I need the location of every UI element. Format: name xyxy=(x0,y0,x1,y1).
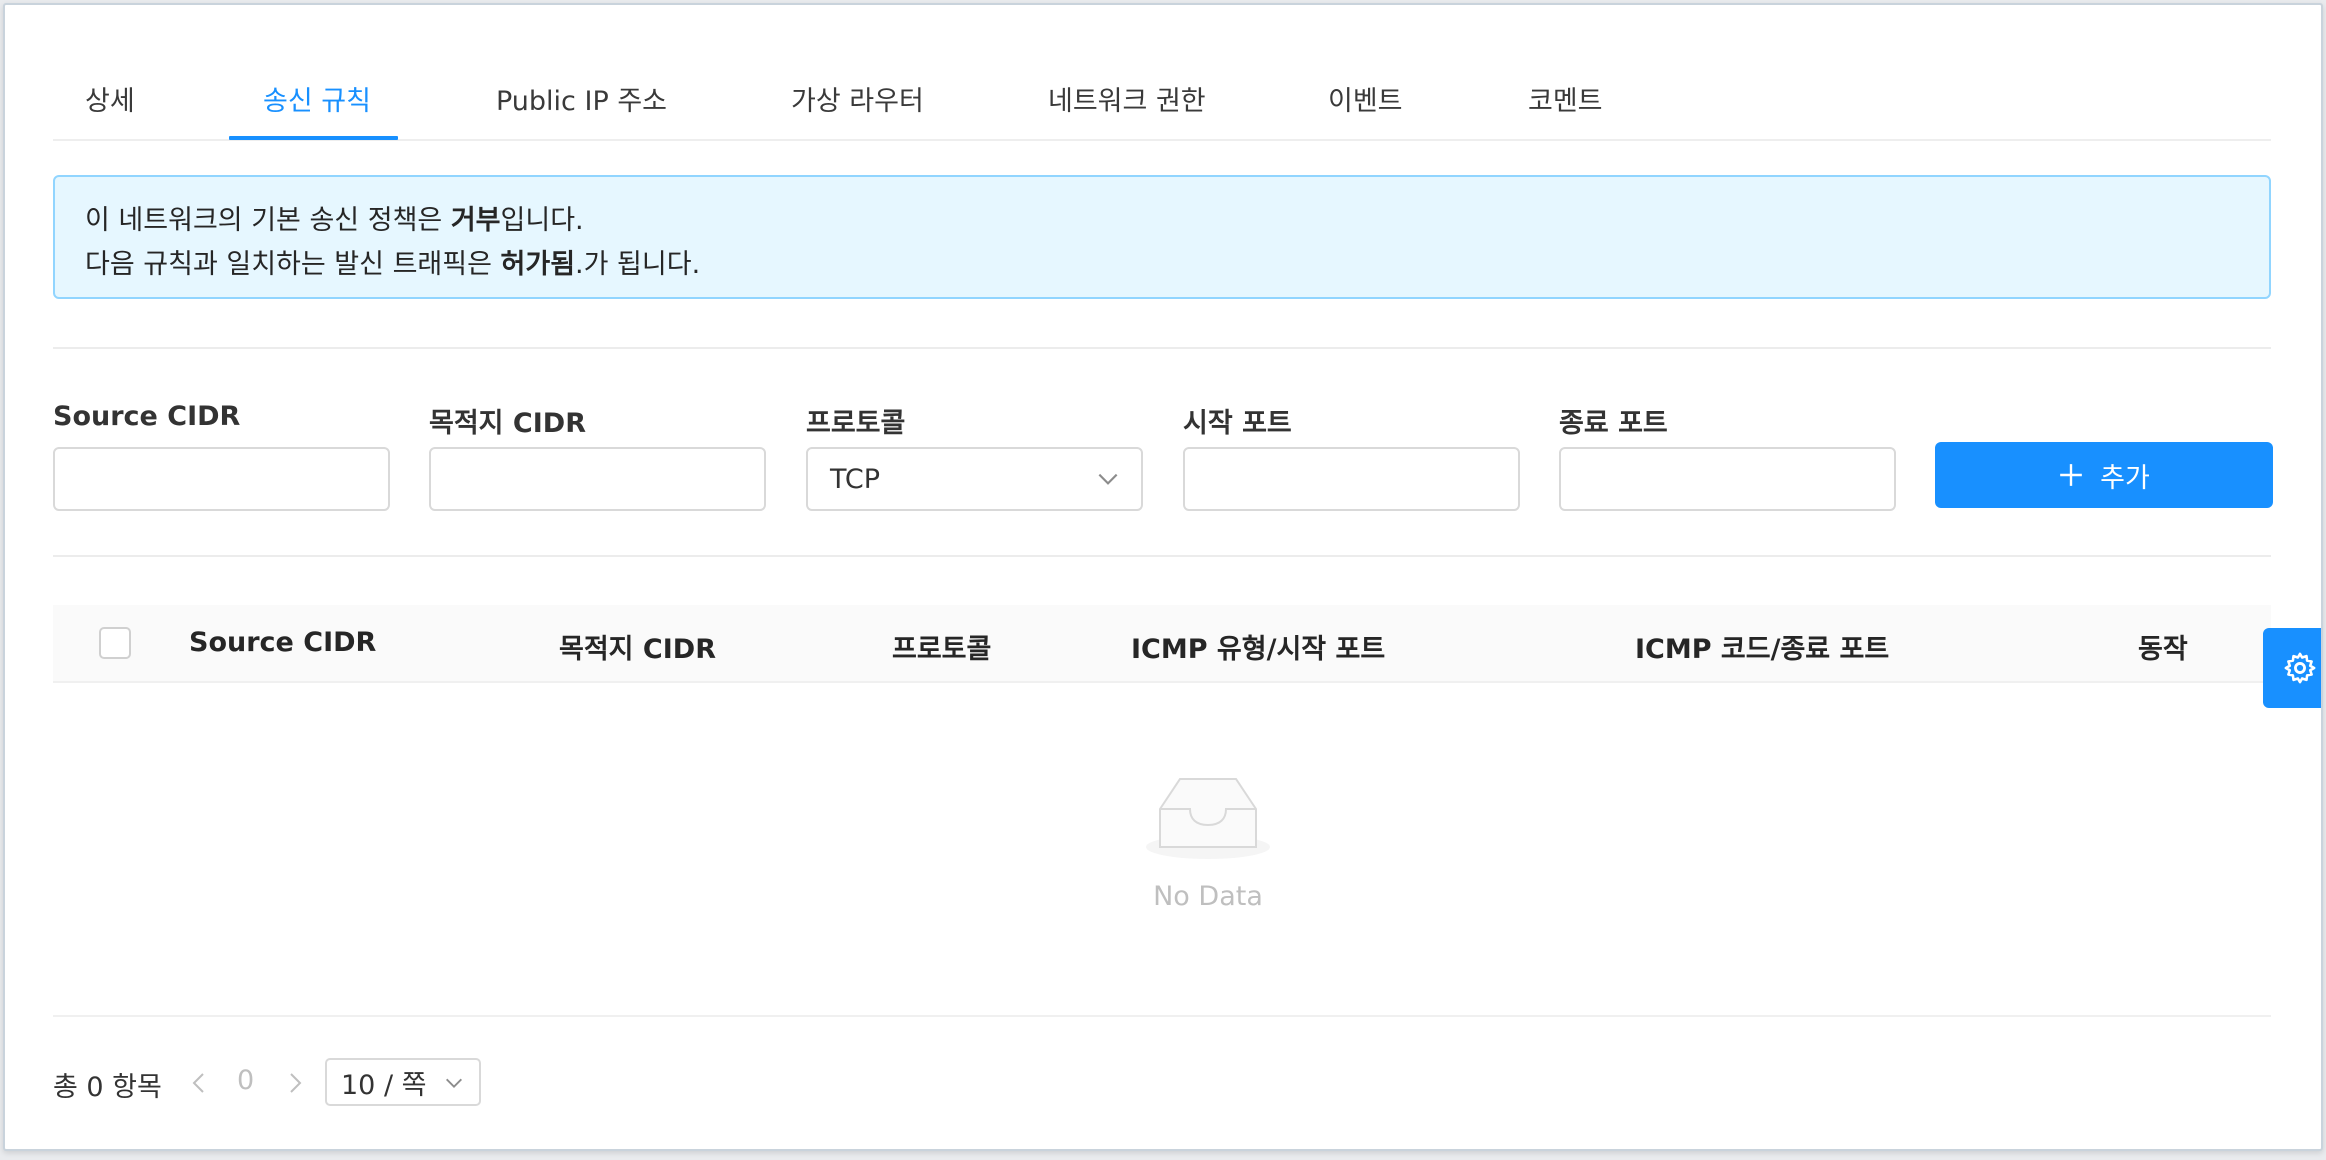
end-port-field: 종료 포트 xyxy=(1559,401,1896,511)
divider xyxy=(53,347,2271,349)
egress-policy-alert: 이 네트워크의 기본 송신 정책은 거부입니다. 다음 규칙과 일치하는 발신 … xyxy=(53,175,2271,299)
dest-cidr-input[interactable] xyxy=(429,447,766,511)
source-cidr-label: Source CIDR xyxy=(53,401,241,432)
column-dest-cidr: 목적지 CIDR xyxy=(559,634,716,665)
select-all-checkbox[interactable] xyxy=(99,627,131,659)
alert-line-1: 이 네트워크의 기본 송신 정책은 거부입니다. xyxy=(85,199,2239,243)
page-size-select[interactable]: 10 / 쪽 xyxy=(325,1058,481,1106)
end-port-input[interactable] xyxy=(1559,447,1896,511)
chevron-left-icon[interactable] xyxy=(187,1069,211,1097)
source-cidr-field: Source CIDR xyxy=(53,401,390,511)
dest-cidr-label: 목적지 CIDR xyxy=(429,408,586,439)
alert-text: 이 네트워크의 기본 송신 정책은 xyxy=(85,205,451,236)
protocol-select[interactable]: TCP xyxy=(806,447,1143,511)
start-port-input[interactable] xyxy=(1183,447,1520,511)
start-port-field: 시작 포트 xyxy=(1183,401,1520,511)
column-source-cidr: Source CIDR xyxy=(189,627,377,658)
column-icmp-code-end-port: ICMP 코드/종료 포트 xyxy=(1635,634,1890,665)
empty-text: No Data xyxy=(1153,881,1263,912)
settings-float-button[interactable] xyxy=(2263,628,2321,708)
table-bottom-border xyxy=(53,1015,2271,1017)
add-rule-button[interactable]: 추가 xyxy=(1935,442,2273,508)
dest-cidr-field: 목적지 CIDR xyxy=(429,401,766,511)
chevron-right-icon[interactable] xyxy=(283,1069,307,1097)
rules-table-header: Source CIDR 목적지 CIDR 프로토콜 ICMP 유형/시작 포트 … xyxy=(53,605,2271,683)
tab-events[interactable]: 이벤트 xyxy=(1328,79,1403,118)
end-port-label: 종료 포트 xyxy=(1559,408,1668,439)
alert-text: 다음 규칙과 일치하는 발신 트래픽은 xyxy=(85,249,501,280)
protocol-label: 프로토콜 xyxy=(806,408,906,439)
column-action: 동작 xyxy=(2138,634,2188,665)
tab-network-permissions[interactable]: 네트워크 권한 xyxy=(1048,79,1206,118)
current-page[interactable]: 0 xyxy=(237,1065,254,1096)
active-tab-indicator xyxy=(229,136,398,140)
alert-line-2: 다음 규칙과 일치하는 발신 트래픽은 허가됨.가 됩니다. xyxy=(85,243,2239,287)
protocol-field: 프로토콜 TCP xyxy=(806,401,1143,511)
page-size-value: 10 / 쪽 xyxy=(341,1069,427,1101)
total-items: 총 0 항목 xyxy=(53,1072,162,1103)
tab-egress-rules[interactable]: 송신 규칙 xyxy=(263,79,371,118)
chevron-down-icon xyxy=(1098,473,1118,485)
gear-icon xyxy=(2284,652,2316,684)
add-rule-button-label: 추가 xyxy=(2100,462,2150,494)
tab-virtual-router[interactable]: 가상 라우터 xyxy=(791,79,924,118)
alert-policy-allowed: 허가됨 xyxy=(500,249,576,280)
inbox-icon xyxy=(1146,778,1270,859)
alert-text: .가 됩니다. xyxy=(575,249,701,280)
column-icmp-type-start-port: ICMP 유형/시작 포트 xyxy=(1131,634,1386,665)
protocol-selected-value: TCP xyxy=(830,463,881,495)
table-empty-state: No Data xyxy=(1098,775,1318,912)
divider xyxy=(53,555,2271,557)
plus-icon xyxy=(2060,464,2082,486)
alert-policy-deny: 거부 xyxy=(450,205,501,236)
tab-comments[interactable]: 코멘트 xyxy=(1528,79,1603,118)
window-frame: 상세 송신 규칙 Public IP 주소 가상 라우터 네트워크 권한 이벤트… xyxy=(3,3,2323,1151)
start-port-label: 시작 포트 xyxy=(1183,408,1292,439)
tab-public-ip[interactable]: Public IP 주소 xyxy=(496,79,667,118)
tab-bar: 상세 송신 규칙 Public IP 주소 가상 라우터 네트워크 권한 이벤트… xyxy=(53,5,2271,141)
tab-details[interactable]: 상세 xyxy=(85,79,135,118)
chevron-down-icon xyxy=(446,1078,462,1088)
column-protocol: 프로토콜 xyxy=(892,634,992,665)
source-cidr-input[interactable] xyxy=(53,447,390,511)
alert-text: 입니다. xyxy=(500,205,584,236)
network-detail-panel: 상세 송신 규칙 Public IP 주소 가상 라우터 네트워크 권한 이벤트… xyxy=(53,5,2273,1149)
